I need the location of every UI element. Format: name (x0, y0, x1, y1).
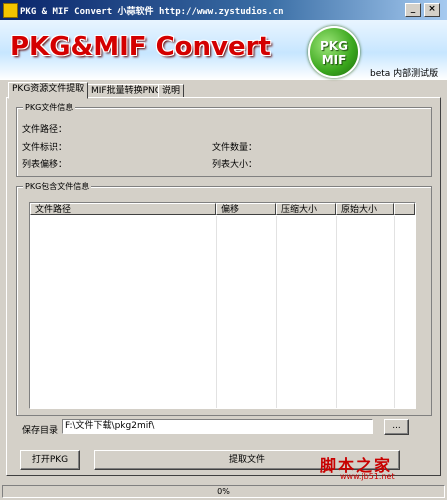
column-header-filler (394, 203, 415, 215)
save-dir-label: 保存目录 (22, 426, 59, 436)
save-dir-input[interactable]: F:\文件下载\pkg2mif\ (62, 419, 373, 434)
list-size-label: 列表大小： (212, 160, 258, 170)
column-divider (336, 216, 337, 408)
app-logo-text: PKG&MIF Convert (10, 32, 271, 62)
pkg-info-legend: PKG文件信息 (23, 102, 76, 113)
title-bar[interactable]: PKG & MIF Convert 小蒜软件 http://www.zystud… (0, 0, 447, 20)
tab-mif-convert[interactable]: MIF批量转换PNG (87, 84, 166, 98)
file-count-label: 文件数量： (212, 143, 258, 153)
file-path-label: 文件路径： (22, 125, 68, 135)
file-list[interactable]: 文件路径 偏移 压缩大小 原始大小 (29, 202, 416, 409)
column-header-offset[interactable]: 偏移 (216, 203, 276, 215)
app-icon (3, 3, 18, 18)
open-pkg-button[interactable]: 打开PKG (20, 450, 80, 470)
badge-line2: MIF (321, 53, 347, 67)
tab-pkg-extract[interactable]: PKG资源文件提取 (8, 82, 89, 99)
progress-text: 0% (2, 485, 445, 498)
minimize-button[interactable]: _ (405, 3, 421, 17)
tab-help[interactable]: 说明 (158, 84, 185, 98)
column-divider (276, 216, 277, 408)
column-header-path[interactable]: 文件路径 (30, 203, 216, 215)
watermark-url: www.jb51.net (340, 472, 395, 481)
column-header-compressed[interactable]: 压缩大小 (276, 203, 336, 215)
window-title: PKG & MIF Convert 小蒜软件 http://www.zystud… (20, 7, 284, 17)
version-label: beta 内部测试版 (370, 69, 439, 79)
file-list-header: 文件路径 偏移 压缩大小 原始大小 (30, 203, 415, 216)
column-header-original[interactable]: 原始大小 (336, 203, 394, 215)
status-bar: 0% (0, 484, 447, 500)
close-button[interactable]: × (424, 3, 440, 17)
column-divider (394, 216, 395, 408)
pkg-mif-badge-icon: PKG MIF (308, 26, 360, 78)
badge-line1: PKG (320, 39, 348, 53)
header-banner: PKG&MIF Convert PKG MIF beta 内部测试版 (0, 20, 447, 80)
column-divider (216, 216, 217, 408)
list-offset-label: 列表偏移： (22, 160, 68, 170)
browse-button[interactable]: ... (384, 419, 409, 435)
file-id-label: 文件标识： (22, 143, 68, 153)
pkg-contents-legend: PKG包含文件信息 (23, 181, 92, 192)
